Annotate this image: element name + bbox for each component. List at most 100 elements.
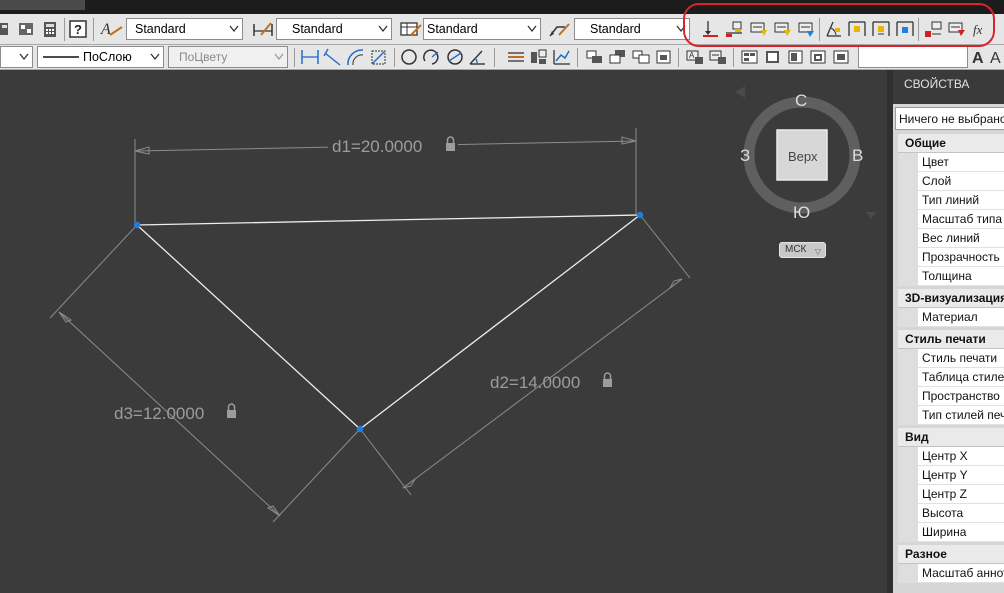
properties-list: ОбщиеЦветСлойТип линийМасштаб типа линий… [898,134,1004,583]
dimension-d2[interactable] [359,214,691,496]
help-icon[interactable]: ? [68,19,88,39]
compass-east[interactable]: В [852,146,863,165]
match-properties-icon[interactable] [16,20,36,38]
draw-order-back-icon[interactable] [607,47,629,67]
svg-text:A: A [689,51,695,60]
multileader-style-icon[interactable] [547,19,571,39]
property-row[interactable]: Центр X [898,447,1004,466]
separator [577,48,578,67]
text-height-input[interactable] [858,46,968,68]
grip-point[interactable] [356,425,364,433]
lock-icon [227,403,236,418]
dim-baseline-icon[interactable] [528,47,550,67]
linetype-value: ПоСлою [83,50,132,64]
property-category[interactable]: Общие [898,134,1004,153]
svg-text:A: A [990,50,1001,67]
text-style-combo[interactable]: Standard [126,18,243,40]
property-row[interactable]: Стиль печати [898,349,1004,368]
property-category[interactable]: 3D-визуализация [898,289,1004,308]
drawing-canvas[interactable]: d1=20.0000 d2=14.0000 d3=12.0000 Верх С … [0,70,887,593]
ucs-label: МСК [785,244,807,255]
property-row[interactable]: Толщина [898,267,1004,286]
viewcube-arrow-icon[interactable] [866,212,876,219]
linetype-combo[interactable]: ПоСлою [37,46,164,68]
property-row[interactable]: Таблица стилей печати [898,368,1004,387]
viewcube-arrow-icon[interactable] [735,86,745,98]
dims-front-icon[interactable] [707,47,729,67]
svg-text:?: ? [74,22,82,37]
circle-icon[interactable] [398,47,420,67]
dim-aligned-icon[interactable] [322,47,344,67]
ucs-dropdown[interactable]: МСК ▽ [779,242,826,258]
dim-continue-icon[interactable] [551,47,573,67]
property-row[interactable]: Пространство [898,387,1004,406]
dim-quick-icon[interactable] [505,47,527,67]
triangle-geometry[interactable] [136,214,641,430]
color-combo[interactable] [0,46,33,68]
property-row[interactable]: Прозрачность [898,248,1004,267]
dim-linear-icon[interactable] [299,47,321,67]
dim-diameter-icon[interactable] [444,47,466,67]
property-row[interactable]: Масштаб типа линий [898,210,1004,229]
dim-ordinate-icon[interactable] [368,47,390,67]
cut-icon[interactable] [0,20,10,38]
text-style-icon[interactable]: A [100,19,124,39]
svg-text:A: A [972,50,984,67]
separator [93,18,94,41]
layer-previous-icon[interactable] [785,47,807,67]
layer-properties-icon[interactable] [739,47,761,67]
property-category[interactable]: Стиль печати [898,330,1004,349]
property-row[interactable]: Ширина [898,523,1004,542]
text-large-icon[interactable]: A [970,47,988,67]
separator [64,18,65,41]
dim-arc-icon[interactable] [345,47,367,67]
property-row[interactable]: Центр Y [898,466,1004,485]
compass-south[interactable]: Ю [793,203,810,222]
dimension-style-icon[interactable] [251,19,275,39]
text-front-icon[interactable]: A [684,47,706,67]
property-category[interactable]: Разное [898,545,1004,564]
plotstyle-combo[interactable]: ПоЦвету [168,46,288,68]
compass-north[interactable]: С [795,91,807,110]
selection-dropdown[interactable]: Ничего не выбрано [895,107,1004,130]
draw-order-front-icon[interactable] [584,47,606,67]
multileader-style-combo[interactable]: Standard [574,18,690,40]
chevron-down-icon [378,25,388,33]
property-row[interactable]: Центр Z [898,485,1004,504]
grip-point[interactable] [133,221,141,229]
dim-angular-icon[interactable] [467,47,489,67]
property-row[interactable]: Масштаб аннотаций [898,564,1004,583]
viewcube[interactable]: Верх С Ю З В [735,86,876,222]
property-row[interactable]: Тип стилей печати [898,406,1004,425]
dimension-d3[interactable] [49,224,361,523]
property-row[interactable]: Цвет [898,153,1004,172]
layer-walk-icon[interactable] [831,47,853,67]
separator [494,48,495,67]
layer-isolate-icon[interactable] [808,47,830,67]
chevron-down-icon [150,53,160,61]
layer-state-icon[interactable] [762,47,784,67]
property-row[interactable]: Материал [898,308,1004,327]
text-small-icon[interactable]: A [989,47,1004,67]
chevron-down-icon [229,25,239,33]
draw-order-above-icon[interactable] [630,47,652,67]
toolbar-properties: ПоСлою ПоЦвету A A A [0,45,1004,70]
property-row[interactable]: Вес линий [898,229,1004,248]
chevron-down-icon [19,53,29,61]
separator [294,48,295,67]
property-row[interactable]: Тип линий [898,191,1004,210]
grip-point[interactable] [636,211,644,219]
dimension-text-d1: d1=20.0000 [332,137,422,156]
table-style-icon[interactable] [399,19,423,39]
table-style-combo[interactable]: Standard [423,18,541,40]
dimension-text-d2: d2=14.0000 [490,373,580,392]
property-row[interactable]: Высота [898,504,1004,523]
dim-radius-icon[interactable] [421,47,443,67]
draw-order-below-icon[interactable] [653,47,675,67]
property-row[interactable]: Слой [898,172,1004,191]
dimension-style-combo[interactable]: Standard [276,18,392,40]
lock-icon [603,372,612,387]
property-category[interactable]: Вид [898,428,1004,447]
compass-west[interactable]: З [740,146,750,165]
calculator-icon[interactable] [40,20,60,38]
